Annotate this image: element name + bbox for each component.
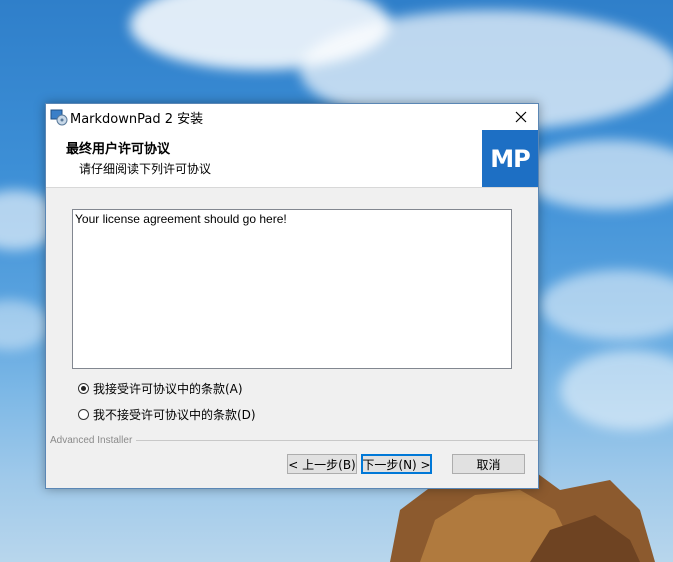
cancel-button[interactable]: 取消 [452, 454, 525, 474]
advanced-installer-branding: Advanced Installer [50, 434, 538, 446]
page-title: 最终用户许可协议 [66, 142, 171, 157]
next-button[interactable]: 下一步(N) > [361, 454, 432, 474]
close-icon [515, 111, 527, 123]
installer-app-icon [50, 109, 68, 126]
page-header: 最终用户许可协议 请仔细阅读下列许可协议 MP [46, 130, 538, 188]
markdownpad-logo: MP [482, 130, 538, 187]
cloud [520, 140, 673, 210]
window-title: MarkdownPad 2 安装 [70, 112, 204, 127]
accept-license-radio[interactable]: 我接受许可协议中的条款(A) [78, 380, 243, 397]
installer-dialog: MarkdownPad 2 安装 最终用户许可协议 请仔细阅读下列许可协议 MP… [45, 103, 539, 489]
license-text: Your license agreement should go here! [75, 212, 287, 226]
cloud [560, 350, 673, 430]
page-subtitle: 请仔细阅读下列许可协议 [79, 162, 212, 176]
accept-license-label: 我接受许可协议中的条款(A) [93, 382, 243, 396]
decline-license-label: 我不接受许可协议中的条款(D) [93, 408, 256, 422]
logo-text: MP [490, 144, 530, 173]
brand-text: Advanced Installer [50, 434, 133, 446]
decline-license-radio[interactable]: 我不接受许可协议中的条款(D) [78, 406, 256, 423]
back-button-label: < 上一步(B) [288, 457, 356, 472]
radio-checked-icon [78, 383, 89, 394]
next-button-label: 下一步(N) > [362, 457, 431, 472]
back-button[interactable]: < 上一步(B) [287, 454, 357, 474]
cancel-button-label: 取消 [476, 457, 501, 472]
divider [136, 439, 538, 441]
radio-unchecked-icon [78, 409, 89, 420]
cloud [540, 270, 673, 340]
title-bar: MarkdownPad 2 安装 [46, 104, 538, 130]
close-button[interactable] [504, 104, 538, 130]
cloud [0, 300, 50, 350]
license-text-area[interactable]: Your license agreement should go here! [72, 209, 512, 369]
